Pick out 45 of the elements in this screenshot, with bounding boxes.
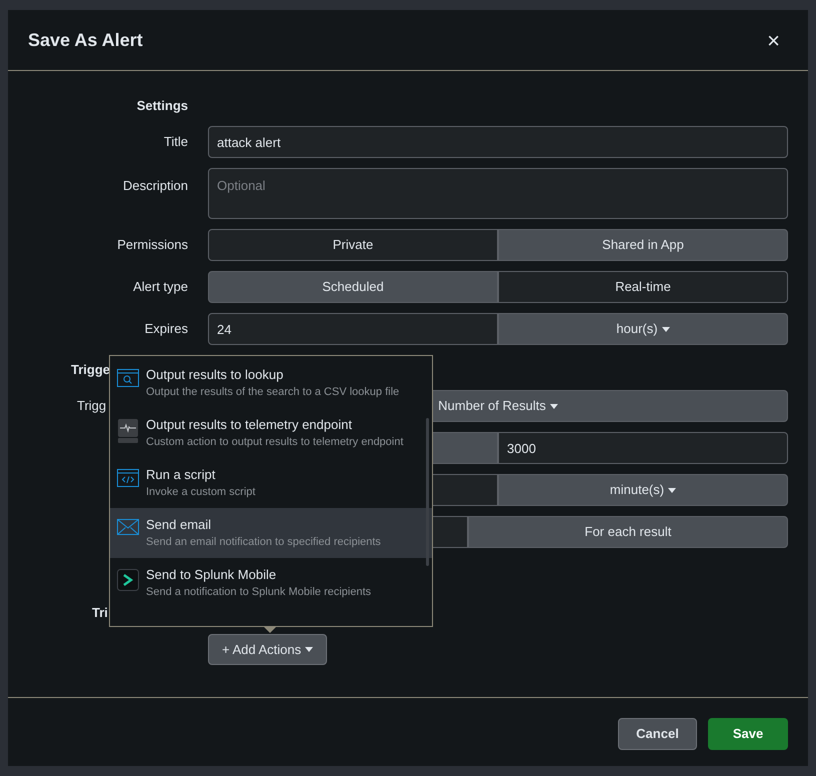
envelope-icon xyxy=(117,519,139,535)
menu-item-description: Send a notification to Splunk Mobile recipients xyxy=(146,585,372,600)
field-label: Trigg xyxy=(76,397,108,416)
menu-item-title: Output results to lookup xyxy=(146,367,284,383)
section-heading: Tri xyxy=(91,604,108,622)
search-window-icon xyxy=(117,369,139,387)
menu-item[interactable]: Send to Splunk Mobile Send a notification to Splunk Mobile recipients xyxy=(110,558,432,608)
code-window-icon xyxy=(117,469,139,487)
field-label: Alert type xyxy=(132,278,188,296)
caret-icon xyxy=(668,488,676,492)
menu-item[interactable]: Run a script Invoke a custom script xyxy=(110,458,432,508)
menu-item-title: Send email xyxy=(146,517,212,533)
caret-icon xyxy=(550,404,558,408)
expires-field[interactable]: 24 xyxy=(208,313,498,345)
field-label: Expires xyxy=(144,320,188,338)
threshold-field[interactable]: 3000 xyxy=(498,432,788,464)
field-label: Title xyxy=(162,133,188,152)
pulse-device-icon xyxy=(118,419,138,443)
title-field[interactable]: attack alert xyxy=(208,126,788,158)
menu-item-title: Run a script xyxy=(146,467,216,483)
unit-dropdown[interactable]: hour(s) xyxy=(498,313,788,345)
menu-item-description: Custom action to output results to telemetry endpoint xyxy=(146,435,404,450)
description-field[interactable]: Optional xyxy=(208,168,788,219)
menu-item[interactable]: Send email Send an email notification to specified recipients xyxy=(110,508,432,558)
menu-item-title: Send to Splunk Mobile xyxy=(146,567,278,583)
segment-button[interactable]: For each result xyxy=(468,516,788,548)
close-button[interactable]: × xyxy=(767,24,780,56)
add-actions-button[interactable]: + Add Actions xyxy=(208,634,328,665)
field-label: Description xyxy=(122,177,188,195)
section-heading: Settings xyxy=(136,97,188,116)
save-button[interactable]: Save xyxy=(708,718,788,750)
cancel-button[interactable]: Cancel xyxy=(618,718,697,750)
menu-item-description: Invoke a custom script xyxy=(146,485,256,500)
caret-icon xyxy=(662,326,670,332)
unit-dropdown[interactable]: minute(s) xyxy=(498,474,788,506)
segment-button[interactable]: Shared in App xyxy=(498,229,788,261)
segment-button[interactable]: Scheduled xyxy=(208,271,498,303)
section-heading: Trigge xyxy=(70,361,110,380)
segment-button[interactable]: Real-time xyxy=(498,271,788,303)
dialog-title: Save As Alert xyxy=(28,28,143,52)
chevron-app-icon xyxy=(117,569,139,591)
caret-icon xyxy=(305,647,314,652)
field-label: Permissions xyxy=(116,236,188,254)
menu-item-description: Send an email notification to specified recipients xyxy=(146,535,381,550)
segment-button[interactable]: Private xyxy=(208,229,498,261)
